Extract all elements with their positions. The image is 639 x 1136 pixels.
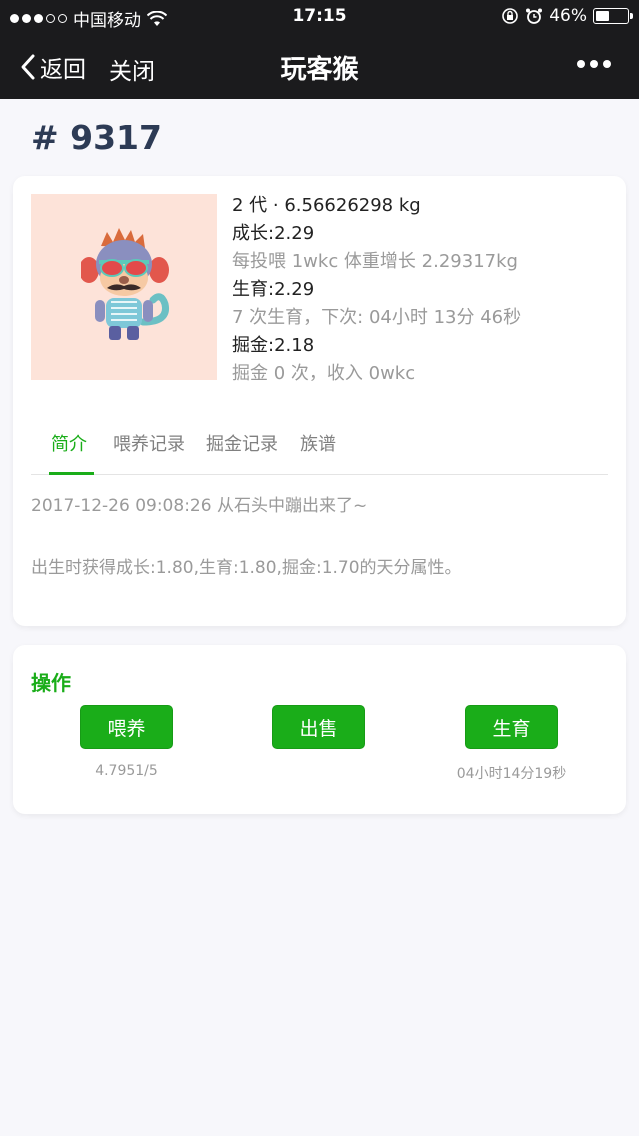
feed-button[interactable]: 喂养	[80, 705, 173, 749]
orientation-lock-icon	[502, 8, 519, 24]
tab-family-tree[interactable]: 族谱	[300, 430, 336, 456]
mining-info: 掘金 0 次，收入 0wkc	[232, 363, 416, 384]
monkey-character-image	[81, 228, 170, 340]
sell-button[interactable]: 出售	[272, 705, 365, 749]
detail-tabs: 简介 喂养记录 掘金记录 族谱	[31, 420, 608, 475]
more-dot-icon	[590, 60, 598, 68]
monkey-info: 2 代 · 6.56626298 kg 成长:2.29 每投喂 1wkc 体重增…	[232, 192, 521, 388]
monkey-id: # 9317	[31, 118, 162, 157]
active-tab-indicator	[49, 472, 94, 475]
breed-info: 7 次生育，下次: 04小时 13分 46秒	[232, 307, 522, 328]
intro-content: 2017-12-26 09:08:26 从石头中蹦出来了~ 出生时获得成长:1.…	[31, 494, 462, 618]
battery-icon	[593, 8, 633, 24]
top-bar: 中国移动 17:15 46% 返回 关闭 玩客猴	[0, 0, 639, 99]
status-bar: 中国移动 17:15 46%	[0, 0, 639, 34]
alarm-icon	[526, 8, 543, 24]
breed-stat: 生育:2.29	[232, 279, 315, 300]
tab-intro[interactable]: 简介	[51, 430, 87, 456]
tab-mining-records[interactable]: 掘金记录	[206, 430, 278, 456]
monkey-avatar	[31, 194, 217, 380]
tab-feeding-records[interactable]: 喂养记录	[113, 430, 185, 456]
talent-line: 出生时获得成长:1.80,生育:1.80,掘金:1.70的天分属性。	[31, 558, 462, 578]
breed-button[interactable]: 生育	[465, 705, 558, 749]
growth-stat: 成长:2.29	[232, 223, 315, 244]
more-options-button[interactable]	[577, 60, 611, 68]
breed-countdown: 04小时14分19秒	[456, 766, 567, 782]
operations-card: 操作 喂养 4.7951/5 出售 生育 04小时14分19秒	[13, 645, 626, 814]
feed-gain-info: 每投喂 1wkc 体重增长 2.29317kg	[232, 251, 518, 272]
feed-progress: 4.7951/5	[95, 763, 158, 779]
operations-title: 操作	[31, 671, 71, 695]
battery-percent: 46%	[549, 6, 587, 26]
nav-bar: 返回 关闭 玩客猴	[0, 34, 639, 99]
monkey-detail-card: 2 代 · 6.56626298 kg 成长:2.29 每投喂 1wkc 体重增…	[13, 176, 626, 626]
birth-line: 2017-12-26 09:08:26 从石头中蹦出来了~	[31, 496, 368, 516]
page-title: 玩客猴	[280, 55, 359, 85]
more-dot-icon	[603, 60, 611, 68]
more-dot-icon	[577, 60, 585, 68]
generation-weight: 2 代 · 6.56626298 kg	[232, 195, 421, 216]
mining-stat: 掘金:2.18	[232, 335, 315, 356]
